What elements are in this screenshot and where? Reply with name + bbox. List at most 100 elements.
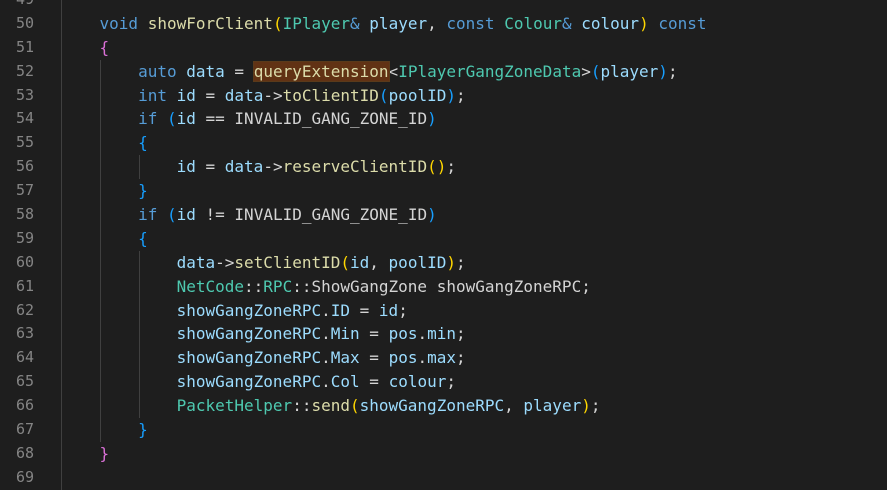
code-line[interactable]: { (61, 35, 887, 60)
namespace: NetCode (176, 276, 245, 296)
line-number: 66 (15, 396, 34, 415)
keyword: const (446, 13, 495, 33)
bracket: ) (639, 13, 649, 33)
code-line[interactable] (61, 0, 887, 12)
code-line[interactable]: showGangZoneRPC.ID = id; (61, 298, 887, 323)
code-editor[interactable]: 49 50 51 52 53 54 55 56 57 58 59 60 61 6… (0, 0, 887, 490)
operator: :: (292, 396, 312, 416)
variable: data (224, 85, 264, 105)
function-name: toClientID (282, 85, 379, 105)
line-number: 64 (15, 348, 34, 367)
operator: :: (292, 276, 312, 296)
line-number: 53 (15, 85, 34, 104)
bracket: ) (427, 205, 437, 225)
line-number: 63 (15, 324, 34, 343)
line-number-gutter: 49 50 51 52 53 54 55 56 57 58 59 60 61 6… (0, 0, 40, 490)
punctuation: ; (456, 85, 466, 105)
operator: = (205, 85, 216, 105)
code-line[interactable]: } (61, 179, 887, 204)
code-line[interactable]: showGangZoneRPC.Max = pos.max; (61, 346, 887, 371)
code-line[interactable]: { (61, 226, 887, 251)
member: min (427, 324, 457, 344)
line-number: 49 (0, 0, 40, 12)
line-number: 60 (15, 252, 34, 271)
param: colour (581, 13, 640, 33)
code-line[interactable]: } (61, 441, 887, 466)
punctuation: ; (667, 61, 678, 81)
variable: showGangZoneRPC (176, 300, 322, 320)
code-line[interactable]: int id = data->toClientID(poolID); (61, 83, 887, 108)
operator: -> (215, 252, 235, 272)
param: player (369, 13, 428, 33)
operator: = (205, 157, 216, 177)
variable: showGangZoneRPC (436, 276, 582, 296)
code-line[interactable]: data->setClientID(id, poolID); (61, 250, 887, 275)
bracket: ) (436, 157, 447, 177)
variable: data (224, 157, 264, 177)
variable: id (176, 157, 196, 177)
code-line[interactable]: } (61, 418, 887, 442)
code-area[interactable]: void showForClient(IPlayer& player, cons… (61, 0, 887, 490)
bracket: ) (427, 109, 437, 129)
member: Col (330, 372, 360, 392)
code-line[interactable]: if (id != INVALID_GANG_ZONE_ID) (61, 203, 887, 227)
code-line[interactable]: void showForClient(IPlayer& player, cons… (61, 11, 887, 36)
operator: != (205, 205, 225, 225)
operator: -> (263, 157, 283, 177)
keyword: if (138, 109, 158, 129)
function-name: setClientID (234, 252, 341, 272)
bracket: ) (446, 85, 456, 105)
code-line[interactable] (61, 465, 887, 490)
code-line[interactable]: if (id == INVALID_GANG_ZONE_ID) (61, 107, 887, 132)
variable: showGangZoneRPC (176, 372, 322, 392)
code-line[interactable]: auto data = queryExtension<IPlayerGangZo… (61, 59, 887, 84)
variable: player (600, 61, 659, 81)
function-name: reserveClientID (282, 157, 428, 177)
member: Min (330, 324, 360, 344)
variable: pos (388, 348, 418, 368)
operator: :: (244, 276, 264, 296)
member: ID (330, 300, 350, 320)
keyword: int (138, 85, 167, 105)
line-number: 62 (15, 300, 34, 319)
bracket: { (138, 133, 148, 153)
punctuation: ; (446, 157, 456, 177)
line-number: 54 (15, 109, 34, 128)
code-line[interactable]: { (61, 131, 887, 156)
code-line[interactable]: NetCode::RPC::ShowGangZone showGangZoneR… (61, 274, 887, 299)
function-name: queryExtension (252, 60, 390, 82)
type-name: PacketHelper (176, 396, 293, 416)
variable: id (378, 300, 399, 320)
variable: poolID (388, 85, 447, 105)
bracket: ) (581, 396, 591, 416)
punctuation: ; (456, 348, 466, 368)
line-number: 56 (15, 157, 34, 176)
punctuation: . (321, 372, 331, 392)
operator: & (561, 13, 572, 33)
variable: poolID (388, 252, 447, 272)
bracket: } (138, 181, 148, 201)
code-line[interactable]: showGangZoneRPC.Col = colour; (61, 370, 887, 395)
code-line[interactable]: showGangZoneRPC.Min = pos.min; (61, 322, 887, 347)
operator: = (359, 300, 370, 320)
constant: INVALID_GANG_ZONE_ID (234, 109, 428, 129)
line-number: 52 (15, 61, 34, 80)
operator: = (234, 61, 245, 81)
variable: id (176, 109, 196, 129)
bracket: } (138, 420, 148, 440)
punctuation: . (321, 300, 331, 320)
operator: = (369, 348, 379, 368)
bracket: ) (658, 61, 668, 81)
code-line[interactable]: PacketHelper::send(showGangZoneRPC, play… (61, 394, 887, 419)
member: max (427, 348, 457, 368)
bracket: ( (272, 13, 283, 33)
code-line[interactable]: id = data->reserveClientID(); (61, 155, 887, 180)
punctuation: ; (398, 300, 408, 320)
bracket: ( (590, 61, 601, 81)
operator: < (388, 61, 399, 81)
line-number: 65 (15, 372, 34, 391)
bracket: { (99, 37, 110, 57)
punctuation: ; (446, 372, 456, 392)
line-number: 51 (15, 37, 34, 56)
line-number: 55 (15, 133, 34, 152)
